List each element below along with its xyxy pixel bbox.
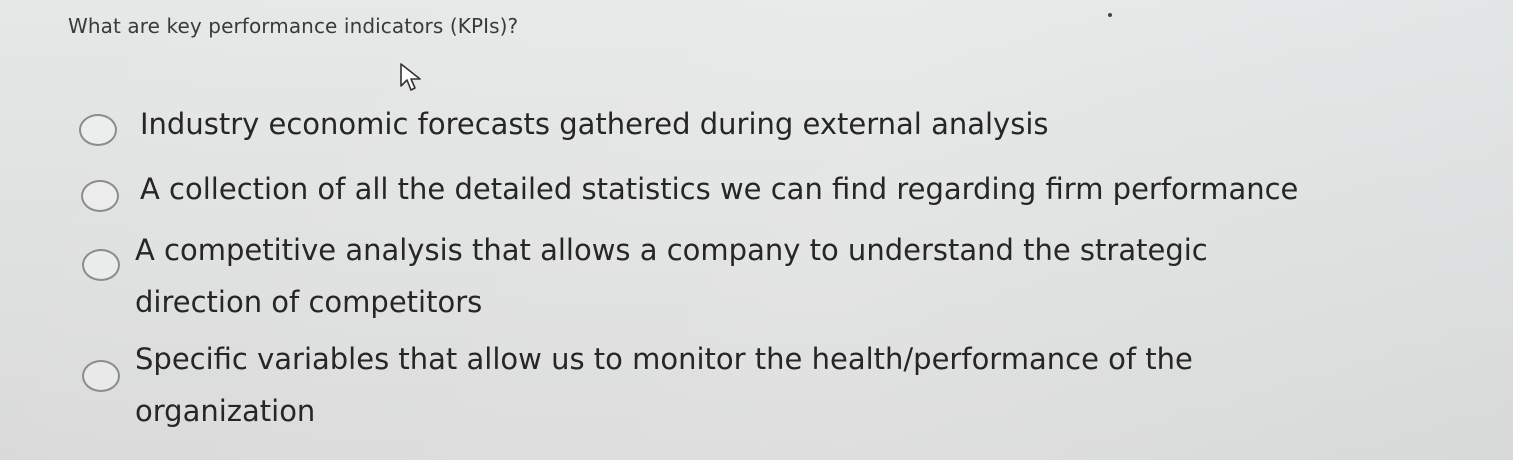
radio-button-1[interactable] bbox=[79, 114, 117, 146]
radio-button-4[interactable] bbox=[82, 360, 120, 392]
answer-option-3-label: A competitive analysis that allows a com… bbox=[135, 233, 1208, 319]
answer-option-4-label: Specific variables that allow us to moni… bbox=[135, 342, 1193, 428]
question-title: What are key performance indicators (KPI… bbox=[68, 14, 519, 38]
screen-speck bbox=[1108, 13, 1112, 17]
answer-option-1-label: Industry economic forecasts gathered dur… bbox=[140, 107, 1049, 141]
radio-button-3[interactable] bbox=[82, 249, 120, 281]
answer-option-2-label: A collection of all the detailed statist… bbox=[140, 172, 1299, 206]
radio-button-2[interactable] bbox=[81, 180, 119, 212]
mouse-pointer-icon bbox=[400, 63, 421, 91]
